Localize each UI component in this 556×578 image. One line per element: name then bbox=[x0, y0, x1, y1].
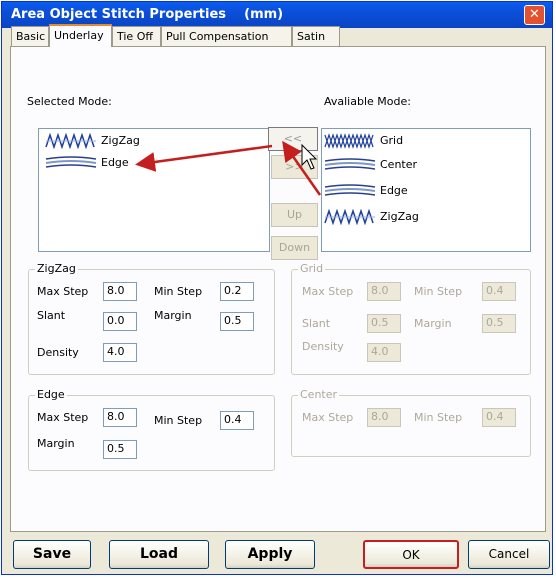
window-title: Area Object Stitch Properties (mm) bbox=[11, 7, 284, 22]
list-item[interactable]: ZigZag bbox=[324, 207, 524, 229]
list-item-label: Edge bbox=[380, 184, 408, 197]
list-item[interactable]: Edge bbox=[45, 153, 245, 175]
edge-group-title: Edge bbox=[35, 388, 67, 401]
grid-min-step-label: Min Step bbox=[414, 285, 463, 298]
list-item[interactable]: Edge bbox=[324, 181, 524, 203]
grid-margin-label: Margin bbox=[414, 317, 452, 330]
list-item-label: Grid bbox=[380, 134, 404, 147]
save-button[interactable]: Save bbox=[13, 540, 91, 569]
apply-button[interactable]: Apply bbox=[225, 540, 315, 569]
list-item-label: Edge bbox=[101, 156, 129, 169]
up-button[interactable]: Up bbox=[271, 203, 318, 227]
center-min-step-label: Min Step bbox=[414, 411, 463, 424]
zigzag-margin-field[interactable]: 0.5 bbox=[220, 312, 254, 331]
grid-group-title: Grid bbox=[298, 262, 326, 275]
add-mode-button[interactable]: << bbox=[268, 127, 318, 151]
center-icon bbox=[324, 158, 376, 170]
grid-slant-label: Slant bbox=[302, 317, 331, 330]
list-item[interactable]: Center bbox=[324, 155, 524, 177]
grid-density-field[interactable]: 4.0 bbox=[367, 343, 401, 362]
edge-margin-field[interactable]: 0.5 bbox=[103, 440, 137, 459]
zigzag-max-step-field[interactable]: 8.0 bbox=[103, 282, 137, 301]
ok-button[interactable]: OK bbox=[363, 540, 459, 569]
down-button[interactable]: Down bbox=[271, 236, 318, 260]
center-group-title: Center bbox=[298, 388, 340, 401]
edge-icon bbox=[324, 184, 376, 196]
remove-mode-button[interactable]: >> bbox=[271, 155, 318, 179]
center-group: Center Max Step 8.0 Min Step 0.4 bbox=[291, 388, 531, 457]
cancel-button[interactable]: Cancel bbox=[468, 540, 550, 569]
selected-mode-list[interactable]: ZigZag Edge bbox=[38, 128, 270, 252]
zigzag-slant-label: Slant bbox=[37, 309, 66, 322]
edge-icon bbox=[45, 156, 97, 168]
zigzag-min-step-field[interactable]: 0.2 bbox=[220, 282, 254, 301]
edge-margin-label: Margin bbox=[37, 437, 75, 450]
list-item-label: ZigZag bbox=[101, 134, 140, 147]
grid-group: Grid Max Step 8.0 Min Step 0.4 Slant 0.5… bbox=[291, 262, 531, 375]
underlay-panel: Selected Mode: Avaliable Mode: ZigZag Ed… bbox=[10, 46, 546, 532]
tab-pull-compensation[interactable]: Pull Compensation bbox=[161, 26, 292, 46]
zigzag-margin-label: Margin bbox=[154, 309, 192, 322]
tab-satin[interactable]: Satin bbox=[292, 26, 340, 46]
zigzag-icon bbox=[324, 209, 375, 225]
grid-max-step-label: Max Step bbox=[302, 285, 354, 298]
tab-basic[interactable]: Basic bbox=[11, 26, 49, 46]
zigzag-density-field[interactable]: 4.0 bbox=[103, 343, 137, 362]
grid-density-label: Density bbox=[302, 340, 344, 353]
grid-slant-field[interactable]: 0.5 bbox=[367, 314, 401, 333]
center-min-step-field[interactable]: 0.4 bbox=[482, 408, 516, 427]
edge-max-step-field[interactable]: 8.0 bbox=[103, 408, 137, 427]
zigzag-group-title: ZigZag bbox=[35, 262, 78, 275]
close-button[interactable]: ✕ bbox=[524, 5, 545, 25]
zigzag-group: ZigZag Max Step 8.0 Min Step 0.2 Slant 0… bbox=[28, 262, 275, 375]
edge-min-step-field[interactable]: 0.4 bbox=[220, 411, 254, 430]
edge-max-step-label: Max Step bbox=[37, 411, 89, 424]
center-max-step-label: Max Step bbox=[302, 411, 354, 424]
available-mode-label: Avaliable Mode: bbox=[324, 95, 411, 108]
tab-underlay[interactable]: Underlay bbox=[49, 24, 112, 47]
grid-max-step-field[interactable]: 8.0 bbox=[367, 282, 401, 301]
zigzag-icon bbox=[45, 133, 96, 149]
list-item-label: Center bbox=[380, 158, 418, 171]
dialog-window: Area Object Stitch Properties (mm) ✕ Bas… bbox=[1, 1, 553, 575]
selected-mode-label: Selected Mode: bbox=[27, 95, 112, 108]
load-button[interactable]: Load bbox=[109, 540, 209, 569]
list-item[interactable]: ZigZag bbox=[45, 131, 245, 153]
available-mode-list[interactable]: Grid Center Edge ZigZag bbox=[321, 128, 531, 252]
tab-tie-off[interactable]: Tie Off bbox=[112, 26, 161, 46]
zigzag-max-step-label: Max Step bbox=[37, 285, 89, 298]
list-item[interactable]: Grid bbox=[324, 131, 524, 153]
list-item-label: ZigZag bbox=[380, 210, 419, 223]
zigzag-slant-field[interactable]: 0.0 bbox=[103, 312, 137, 331]
center-max-step-field[interactable]: 8.0 bbox=[367, 408, 401, 427]
zigzag-density-label: Density bbox=[37, 346, 79, 359]
grid-icon bbox=[324, 133, 374, 149]
edge-min-step-label: Min Step bbox=[154, 414, 203, 427]
zigzag-min-step-label: Min Step bbox=[154, 285, 203, 298]
grid-margin-field[interactable]: 0.5 bbox=[482, 314, 516, 333]
edge-group: Edge Max Step 8.0 Min Step 0.4 Margin 0.… bbox=[28, 388, 275, 471]
grid-min-step-field[interactable]: 0.4 bbox=[482, 282, 516, 301]
